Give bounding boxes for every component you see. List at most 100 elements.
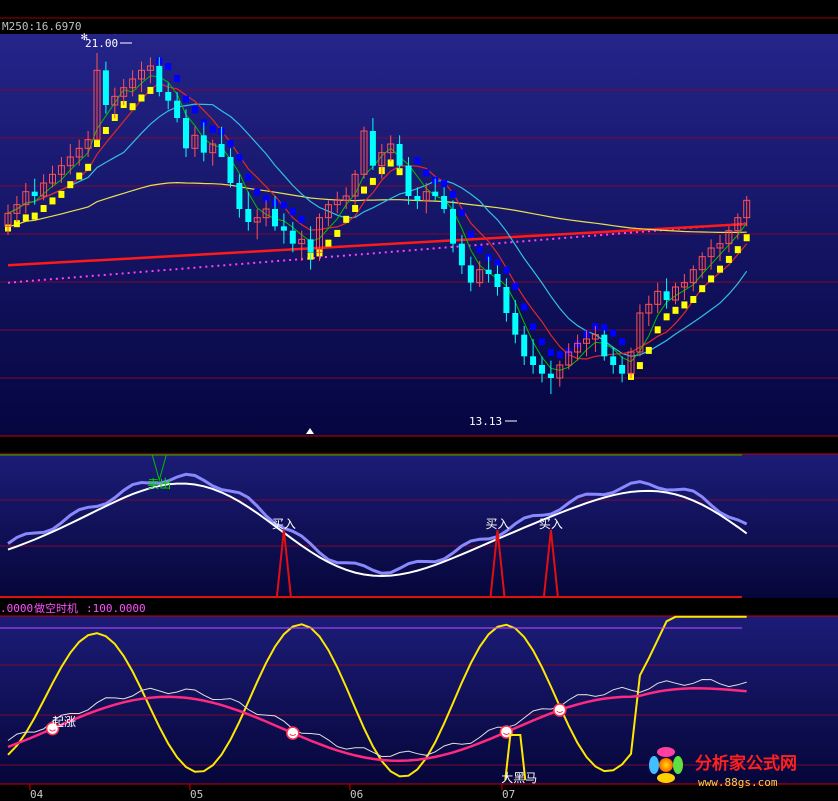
candle-body — [467, 265, 474, 283]
indicator-panel-bg — [0, 454, 838, 598]
stair-block — [94, 140, 100, 147]
stair-block — [76, 172, 83, 180]
stair-block — [601, 324, 608, 332]
candle-body — [218, 144, 225, 157]
candle-body — [165, 92, 172, 101]
candle-body — [441, 196, 448, 209]
stair-block — [690, 296, 697, 303]
stair-block — [49, 197, 56, 205]
stair-block — [681, 301, 688, 309]
stair-block — [369, 177, 376, 185]
main-panel-bg — [0, 34, 838, 436]
candle-body — [530, 356, 537, 365]
stair-block — [512, 283, 519, 290]
high-price-label: 21.00 — [85, 37, 118, 50]
candle-body — [450, 209, 456, 244]
rise-label: 起涨 — [52, 714, 76, 729]
candle-body — [174, 100, 181, 118]
candle-body — [512, 313, 519, 335]
candle-body — [485, 269, 492, 274]
stair-block — [102, 127, 109, 134]
stair-block — [334, 229, 341, 237]
stair-block — [708, 275, 715, 283]
stair-block — [138, 94, 145, 102]
stair-block — [503, 266, 510, 274]
stair-block — [254, 188, 261, 196]
stair-block — [183, 95, 189, 103]
stair-block — [521, 303, 528, 311]
stock-chart: M250:16.6970 21.00 ✻ 13.13 买入 买入 买入 卖出 .000… — [0, 0, 838, 801]
stair-block — [547, 349, 554, 357]
high-marker-icon: ✻ — [81, 30, 88, 43]
stair-block — [343, 215, 350, 223]
buy-signal-label: 买入 — [539, 517, 563, 531]
stair-block — [289, 208, 296, 216]
stair-block — [450, 190, 456, 198]
candle-body — [227, 157, 234, 183]
stair-block — [280, 201, 287, 209]
smiley-icon — [286, 726, 300, 740]
stair-block — [40, 205, 47, 212]
stair-block — [467, 231, 474, 238]
stair-block — [85, 163, 92, 171]
candle-body — [610, 356, 617, 365]
stair-block — [654, 326, 661, 334]
legend-name: 做空时机 — [34, 601, 78, 615]
candle-body — [521, 334, 528, 357]
candle-body — [102, 70, 109, 105]
candle-body — [289, 230, 296, 244]
stair-block — [209, 125, 216, 133]
stair-block — [556, 351, 563, 359]
stair-block — [619, 338, 626, 346]
stair-block — [458, 209, 465, 217]
stair-block — [717, 265, 723, 273]
stair-block — [699, 285, 706, 293]
stair-block — [236, 154, 243, 162]
watermark-text: 分析家公式网 — [695, 753, 797, 774]
stair-block — [734, 246, 741, 254]
stair-block — [147, 86, 154, 94]
stair-block — [672, 306, 679, 314]
stair-block — [414, 157, 421, 165]
stair-block — [67, 181, 74, 189]
stair-block — [743, 234, 750, 242]
stair-block — [539, 338, 545, 346]
candle-body — [405, 165, 412, 196]
stair-block — [227, 140, 234, 147]
x-tick-label: 04 — [30, 788, 44, 801]
stair-block — [361, 186, 367, 194]
candle-body — [601, 334, 608, 357]
smiley-icon — [553, 703, 567, 717]
low-price-label: 13.13 — [469, 415, 502, 428]
candle-body — [539, 365, 545, 374]
candle-body — [236, 183, 243, 209]
candle-body — [183, 118, 189, 149]
stair-block — [494, 259, 501, 267]
candle-body — [200, 135, 207, 153]
stair-block — [441, 180, 448, 188]
candle-body — [156, 66, 163, 92]
candle-body — [432, 191, 439, 196]
stair-block — [610, 329, 617, 337]
big-black-horse-label: 大黑马 — [501, 771, 537, 785]
watermark-url: www.88gs.com — [698, 776, 778, 789]
candle-body — [369, 131, 376, 166]
stair-block — [352, 205, 359, 212]
stair-block — [530, 323, 537, 331]
legend-value: .0000 — [0, 602, 33, 615]
buy-signal-label: 买入 — [486, 517, 510, 531]
stair-block — [636, 362, 643, 370]
stair-block — [725, 255, 732, 263]
candle-body — [280, 226, 287, 231]
stair-block — [129, 103, 136, 111]
stair-block — [645, 346, 652, 354]
stair-block — [58, 190, 65, 198]
stair-block — [31, 212, 38, 220]
candle-body — [547, 373, 554, 378]
candle-body — [31, 191, 38, 196]
candle-body — [663, 291, 670, 300]
stair-block — [174, 75, 181, 82]
stair-block — [663, 313, 670, 321]
stair-block — [191, 106, 198, 114]
legend-name-value: :100.0000 — [86, 602, 146, 615]
